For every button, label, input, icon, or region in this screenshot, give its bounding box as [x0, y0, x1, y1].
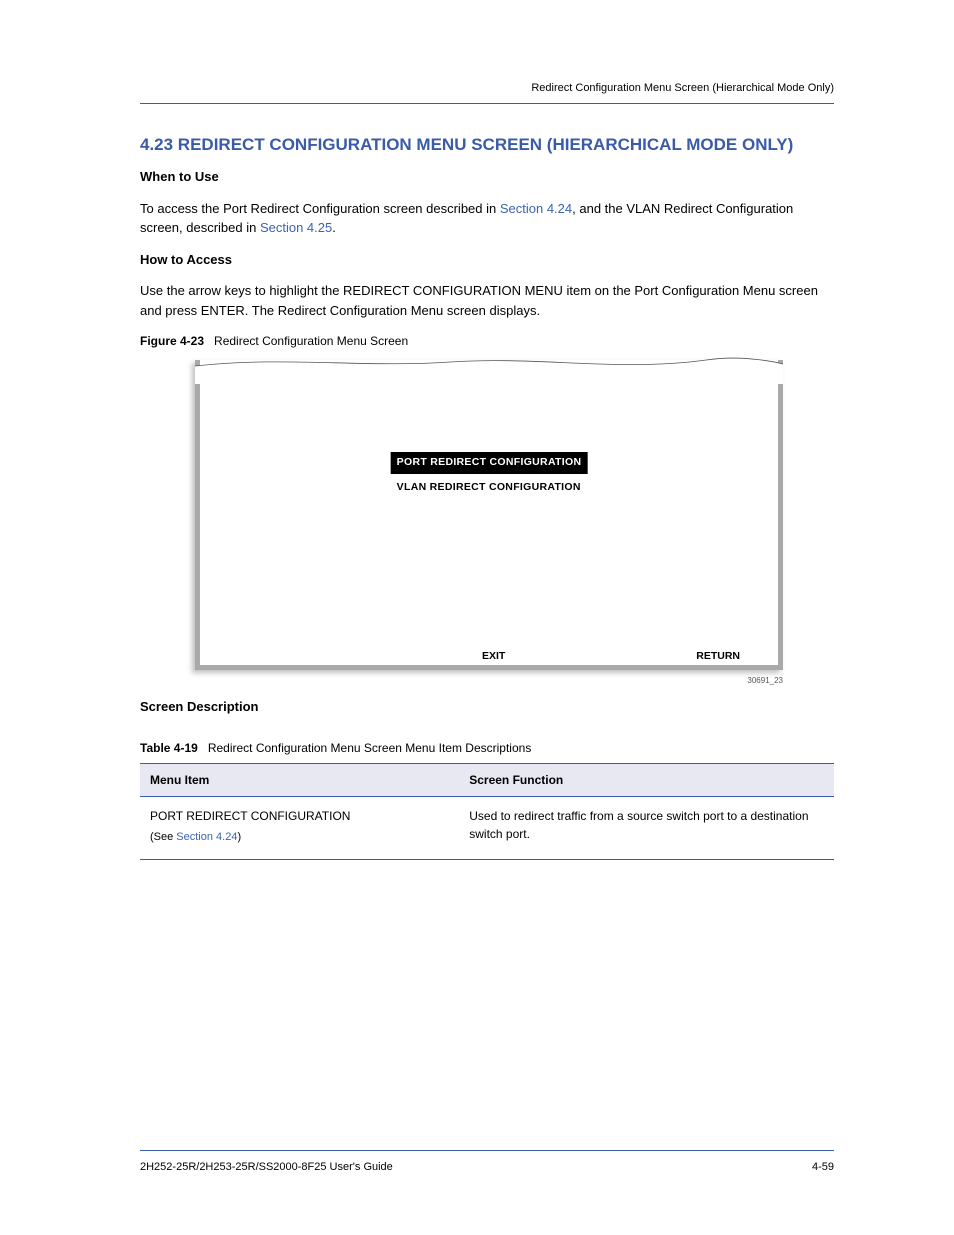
xref-section-4-24[interactable]: Section 4.24: [176, 831, 237, 843]
page-footer: 2H252-25R/2H253-25R/SS2000-8F25 User's G…: [140, 1150, 834, 1176]
table-number: Table 4-19: [140, 741, 198, 755]
menu-item-vlan-redirect[interactable]: VLAN REDIRECT CONFIGURATION: [391, 477, 588, 499]
running-header: Redirect Configuration Menu Screen (Hier…: [140, 80, 834, 97]
table-header-row: Menu Item Screen Function: [140, 763, 834, 796]
screen-return-button[interactable]: RETURN: [696, 649, 740, 665]
table-caption: Table 4-19 Redirect Configuration Menu S…: [140, 739, 834, 757]
table-cell-menuitem: PORT REDIRECT CONFIGURATION (See Section…: [140, 796, 459, 860]
paragraph-when-to-use: To access the Port Redirect Configuratio…: [140, 199, 834, 238]
xref-section-4-24[interactable]: Section 4.24: [500, 201, 572, 216]
figure-diagram: PORT REDIRECT CONFIGURATION VLAN REDIREC…: [195, 360, 783, 687]
table-header-function: Screen Function: [459, 763, 834, 796]
subhead-when-to-use: When to Use: [140, 167, 834, 187]
menu-item-descriptions-table: Menu Item Screen Function PORT REDIRECT …: [140, 763, 834, 861]
figure-number: Figure 4-23: [140, 334, 204, 348]
screen-exit-button[interactable]: EXIT: [482, 649, 505, 665]
text-run: (See: [150, 831, 176, 843]
footer-doc-title: 2H252-25R/2H253-25R/SS2000-8F25 User's G…: [140, 1159, 393, 1176]
figure-caption: Figure 4-23 Redirect Configuration Menu …: [140, 332, 834, 350]
header-rule: [140, 103, 834, 104]
text-run: To access the Port Redirect Configuratio…: [140, 201, 500, 216]
text-run: PORT REDIRECT CONFIGURATION: [150, 809, 350, 823]
paragraph-how-to-access: Use the arrow keys to highlight the REDI…: [140, 281, 834, 320]
table-cell-xref-note: (See Section 4.24): [150, 829, 449, 846]
table-header-menuitem: Menu Item: [140, 763, 459, 796]
torn-edge: [195, 354, 783, 384]
menu-item-port-redirect[interactable]: PORT REDIRECT CONFIGURATION: [391, 452, 588, 474]
table-cell-function: Used to redirect traffic from a source s…: [459, 796, 834, 860]
figure-image-id: 30691_23: [195, 675, 783, 687]
text-run: .: [332, 220, 336, 235]
footer-rule: [140, 1150, 834, 1151]
xref-section-4-25[interactable]: Section 4.25: [260, 220, 332, 235]
table-title: Redirect Configuration Menu Screen Menu …: [208, 741, 531, 755]
footer-page-number: 4-59: [812, 1159, 834, 1176]
subhead-how-to-access: How to Access: [140, 250, 834, 270]
figure-title: Redirect Configuration Menu Screen: [214, 334, 408, 348]
subhead-screen-description: Screen Description: [140, 697, 834, 717]
text-run: ): [237, 831, 241, 843]
table-row: PORT REDIRECT CONFIGURATION (See Section…: [140, 796, 834, 860]
section-heading: 4.23 REDIRECT CONFIGURATION MENU SCREEN …: [140, 132, 834, 158]
